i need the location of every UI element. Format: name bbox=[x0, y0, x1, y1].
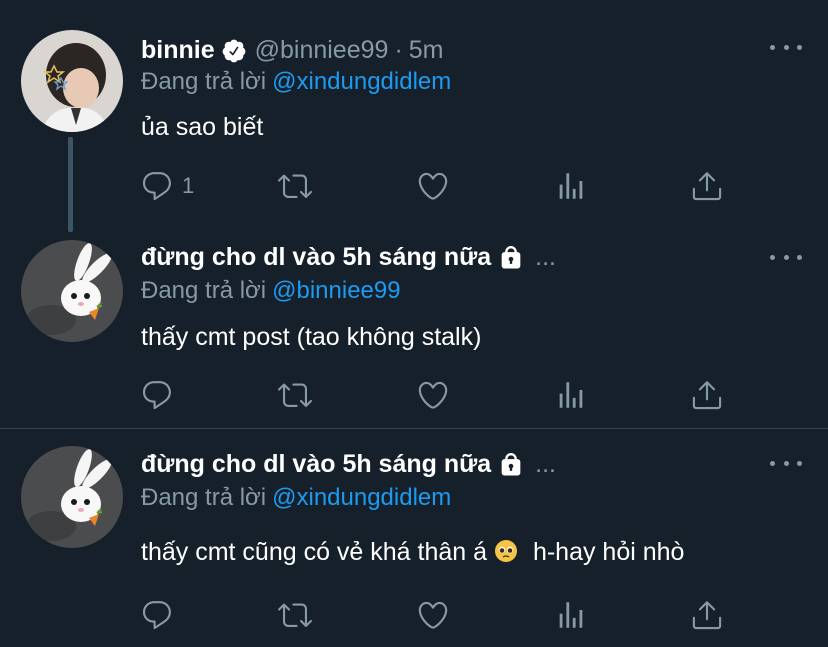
replying-to-label: Đang trả lời bbox=[141, 484, 267, 511]
action-bar bbox=[140, 375, 740, 415]
analytics-button[interactable] bbox=[554, 375, 588, 415]
like-button[interactable] bbox=[416, 166, 450, 206]
verified-badge-icon bbox=[221, 38, 247, 64]
share-button[interactable] bbox=[690, 166, 724, 206]
pleading-face-emoji-icon bbox=[494, 539, 518, 563]
retweet-button[interactable] bbox=[278, 595, 312, 635]
heart-icon bbox=[416, 598, 450, 632]
display-name[interactable]: đừng cho dl vào 5h sáng nữa bbox=[141, 243, 491, 272]
heart-icon bbox=[416, 169, 450, 203]
replying-to-mention[interactable]: @binniee99 bbox=[272, 277, 400, 304]
analytics-icon bbox=[554, 169, 588, 203]
author-line: binnie @binniee99 · 5m bbox=[141, 36, 444, 65]
replying-to: Đang trả lời @xindungdidlem bbox=[141, 68, 451, 96]
analytics-button[interactable] bbox=[554, 595, 588, 635]
reply-button[interactable] bbox=[140, 595, 174, 635]
reply-icon bbox=[140, 169, 174, 203]
analytics-icon bbox=[554, 598, 588, 632]
retweet-icon bbox=[278, 169, 312, 203]
share-button[interactable] bbox=[690, 375, 724, 415]
tweet-text: thấy cmt post (tao không stalk) bbox=[141, 323, 482, 351]
lock-icon bbox=[497, 244, 525, 272]
replying-to-mention[interactable]: @xindungdidlem bbox=[272, 68, 451, 95]
reply-count: 1 bbox=[182, 173, 195, 198]
share-icon bbox=[690, 169, 724, 203]
replying-to-label: Đang trả lời bbox=[141, 68, 267, 95]
author-handle[interactable]: @binniee99 bbox=[255, 36, 389, 65]
replying-to: Đang trả lời @xindungdidlem bbox=[141, 484, 451, 512]
heart-icon bbox=[416, 378, 450, 412]
timestamp[interactable]: 5m bbox=[409, 36, 444, 65]
reply-button[interactable] bbox=[140, 375, 174, 415]
time-separator: · bbox=[394, 36, 403, 64]
action-bar bbox=[140, 595, 740, 635]
like-button[interactable] bbox=[416, 375, 450, 415]
share-button[interactable] bbox=[690, 595, 724, 635]
share-icon bbox=[690, 378, 724, 412]
replying-to: Đang trả lời @binniee99 bbox=[141, 277, 401, 305]
name-truncation: ... bbox=[535, 450, 556, 478]
reply-button[interactable]: 1 bbox=[140, 166, 194, 206]
reply-icon bbox=[140, 378, 174, 412]
action-bar: 1 bbox=[140, 166, 740, 206]
retweet-icon bbox=[278, 378, 312, 412]
tweet-text: ủa sao biết bbox=[141, 113, 264, 141]
name-truncation: ... bbox=[535, 243, 556, 271]
avatar-bunny[interactable] bbox=[21, 446, 123, 548]
analytics-icon bbox=[554, 378, 588, 412]
author-line: đừng cho dl vào 5h sáng nữa ... bbox=[141, 450, 556, 479]
more-options-icon[interactable] bbox=[770, 251, 802, 263]
tweet-3[interactable]: đừng cho dl vào 5h sáng nữa ... Đang trả… bbox=[0, 429, 828, 647]
tweet-text-part-2: h-hay hỏi nhò bbox=[532, 538, 685, 566]
tweet-1[interactable]: binnie @binniee99 · 5m Đang trả lời @xind… bbox=[0, 0, 828, 232]
replying-to-label: Đang trả lời bbox=[141, 277, 267, 304]
retweet-button[interactable] bbox=[278, 375, 312, 415]
tweet-text: thấy cmt cũng có vẻ khá thân á h-hay hỏi… bbox=[141, 538, 684, 567]
replying-to-mention[interactable]: @xindungdidlem bbox=[272, 484, 451, 511]
lock-icon bbox=[497, 451, 525, 479]
avatar-binnie[interactable] bbox=[21, 30, 123, 132]
author-line: đừng cho dl vào 5h sáng nữa ... bbox=[141, 243, 556, 272]
like-button[interactable] bbox=[416, 595, 450, 635]
more-options-icon[interactable] bbox=[770, 41, 802, 53]
retweet-icon bbox=[278, 598, 312, 632]
analytics-button[interactable] bbox=[554, 166, 588, 206]
reply-icon bbox=[140, 598, 174, 632]
share-icon bbox=[690, 598, 724, 632]
more-options-icon[interactable] bbox=[770, 457, 802, 469]
avatar-bunny[interactable] bbox=[21, 240, 123, 342]
tweet-2[interactable]: đừng cho dl vào 5h sáng nữa ... Đang trả… bbox=[0, 215, 828, 428]
display-name[interactable]: đừng cho dl vào 5h sáng nữa bbox=[141, 450, 491, 479]
retweet-button[interactable] bbox=[278, 166, 312, 206]
tweet-text-part-1: thấy cmt cũng có vẻ khá thân á bbox=[141, 538, 488, 566]
display-name[interactable]: binnie bbox=[141, 36, 215, 65]
